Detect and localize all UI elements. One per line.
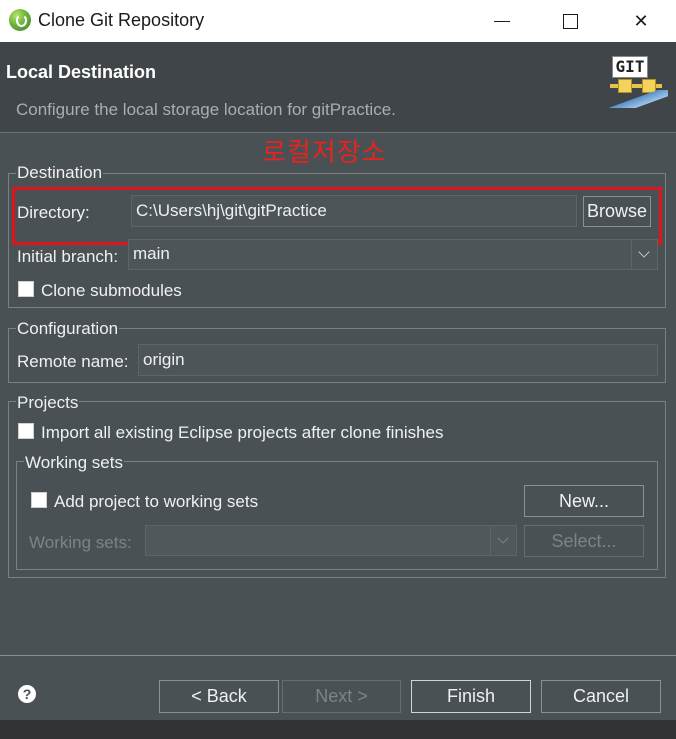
projects-legend: Projects <box>16 393 80 413</box>
add-working-sets-label[interactable]: Add project to working sets <box>54 492 258 512</box>
initial-branch-select[interactable]: main <box>128 239 658 270</box>
destination-legend: Destination <box>16 163 104 183</box>
add-working-sets-checkbox[interactable] <box>31 492 47 508</box>
select-working-sets-button[interactable]: Select... <box>524 525 644 557</box>
page-title: Local Destination <box>6 62 157 82</box>
clone-submodules-checkbox[interactable] <box>18 281 34 297</box>
initial-branch-label: Initial branch: <box>17 247 119 266</box>
working-sets-label: Working sets: <box>29 533 132 552</box>
background-strip <box>0 720 676 739</box>
working-sets-legend: Working sets <box>24 453 124 473</box>
window-title: Clone Git Repository <box>38 10 205 30</box>
annotation-label: 로컬저장소 <box>262 138 387 168</box>
help-icon[interactable]: ? <box>18 685 36 703</box>
clone-submodules-label[interactable]: Clone submodules <box>41 281 182 301</box>
initial-branch-value: main <box>133 244 170 263</box>
configuration-legend: Configuration <box>16 319 120 339</box>
next-button[interactable]: Next > <box>282 680 401 713</box>
remote-name-label: Remote name: <box>17 352 129 371</box>
close-button[interactable]: ✕ <box>618 0 664 42</box>
minimize-button[interactable] <box>479 0 525 42</box>
finish-button[interactable]: Finish <box>411 680 531 713</box>
footer-divider <box>0 655 676 656</box>
remote-name-input[interactable]: origin <box>138 344 658 376</box>
eclipse-app-icon <box>9 9 31 31</box>
maximize-button[interactable] <box>547 0 593 42</box>
git-logo-text: GIT <box>612 56 648 78</box>
title-bar: Clone Git Repository ✕ <box>0 0 676 42</box>
back-button[interactable]: < Back <box>159 680 279 713</box>
new-working-set-button[interactable]: New... <box>524 485 644 517</box>
annotation-highlight-box <box>12 187 662 245</box>
working-sets-select[interactable] <box>145 525 517 556</box>
page-description: Configure the local storage location for… <box>16 100 396 119</box>
import-projects-checkbox[interactable] <box>18 423 34 439</box>
chevron-down-icon <box>490 526 516 555</box>
cancel-button[interactable]: Cancel <box>541 680 661 713</box>
chevron-down-icon <box>631 240 657 269</box>
wizard-header: Local Destination Configure the local st… <box>0 42 676 132</box>
git-logo-icon: GIT <box>608 54 670 110</box>
import-projects-label[interactable]: Import all existing Eclipse projects aft… <box>41 423 444 443</box>
